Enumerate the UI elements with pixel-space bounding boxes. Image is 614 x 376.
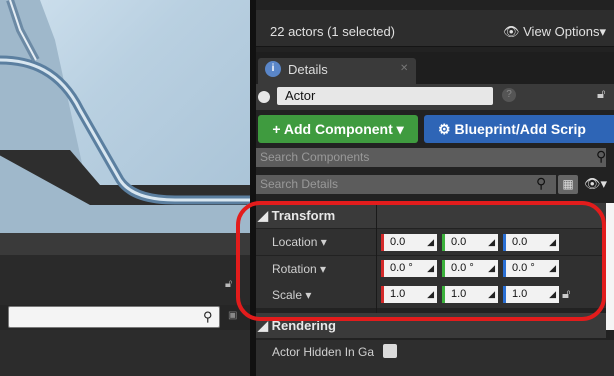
chevron-down-icon: ▾	[599, 24, 607, 39]
highlight-annotation	[236, 201, 606, 321]
search-icon: ⚲	[536, 175, 547, 191]
tab-details-label: Details	[288, 62, 328, 77]
property-row	[256, 366, 614, 376]
save-icon[interactable]: ▣	[228, 310, 237, 321]
viewport-scene	[0, 0, 250, 233]
actor-hidden-checkbox[interactable]	[383, 344, 397, 358]
search-components-input[interactable]: Search Components	[256, 148, 606, 167]
help-icon[interactable]: ?	[502, 88, 516, 102]
search-details-input[interactable]: Search Details	[256, 175, 556, 194]
lower-left-header	[0, 233, 250, 256]
lock-icon[interactable]: 🔓︎	[597, 86, 605, 102]
visibility-filter-icon[interactable]: 👁︎▾	[584, 176, 607, 192]
lower-left-content	[0, 330, 250, 376]
blueprint-label: Blueprint/Add Scrip	[454, 121, 586, 137]
search-icon: ⚲	[596, 148, 607, 164]
actor-name-field[interactable]: Actor	[277, 87, 493, 105]
close-icon[interactable]: ✕	[400, 63, 408, 74]
view-options-button[interactable]: 👁︎ View Options▾	[503, 24, 606, 40]
lower-left-toolbar	[0, 255, 250, 305]
info-icon: i	[265, 61, 281, 77]
view-options-label: View Options	[523, 24, 600, 39]
scroll-area	[606, 203, 614, 330]
blueprint-icon: ⚙︎	[438, 121, 455, 137]
actors-count-text: 22 actors (1 selected)	[270, 24, 396, 39]
lock-icon[interactable]: 🔓︎	[225, 278, 232, 291]
search-icon: ⚲	[203, 309, 213, 324]
tab-details[interactable]	[258, 58, 416, 84]
eye-icon: 👁︎	[503, 24, 524, 39]
left-search-input[interactable]	[8, 306, 220, 328]
actor-type-icon	[258, 91, 270, 103]
property-matrix-icon[interactable]: ▦	[558, 175, 578, 194]
add-component-button[interactable]: + Add Component ▾	[258, 115, 418, 143]
blueprint-add-script-button[interactable]: ⚙︎ Blueprint/Add Scrip	[424, 115, 614, 143]
level-viewport[interactable]	[0, 0, 250, 233]
actor-hidden-in-game-label: Actor Hidden In Gar	[272, 345, 374, 359]
